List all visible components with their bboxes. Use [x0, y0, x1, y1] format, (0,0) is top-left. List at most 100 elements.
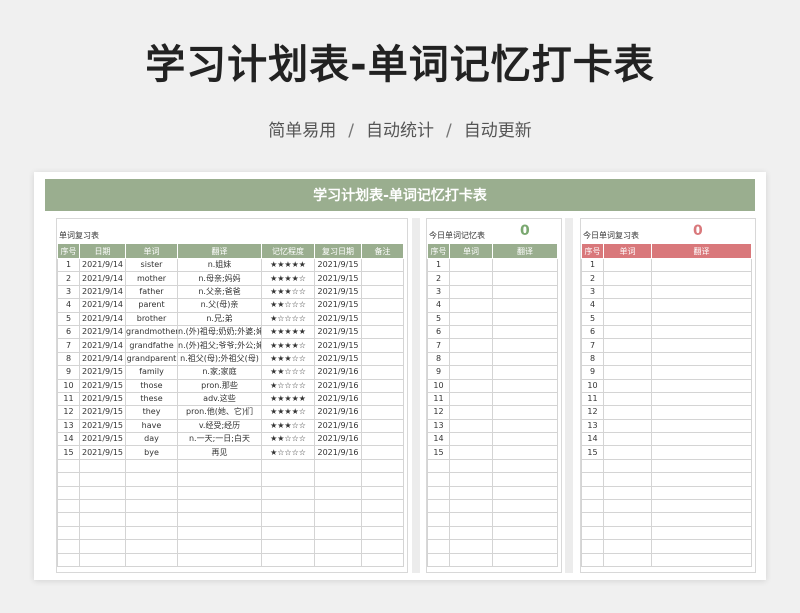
- table-row: 8: [581, 351, 752, 367]
- table-cell: [492, 472, 558, 487]
- table-row: 4 2021/9/14 parent n.父(母)亲 ★★☆☆☆ 2021/9/15: [57, 298, 404, 313]
- table-row: 5: [427, 311, 558, 326]
- table-cell: [361, 271, 404, 286]
- table-cell: n.家;家庭: [177, 365, 262, 380]
- table-cell: [651, 351, 752, 367]
- table-cell: [603, 485, 652, 501]
- empty-row: [427, 472, 558, 487]
- table-cell: [603, 311, 652, 326]
- table-cell: 2021/9/15: [314, 311, 362, 326]
- row-number: 12: [427, 405, 450, 420]
- table-cell: [492, 499, 558, 514]
- row-number: 6: [427, 324, 450, 340]
- row-number: 13: [427, 418, 450, 434]
- table-cell: [361, 539, 404, 554]
- table-cell: [314, 525, 362, 541]
- review-panel: 单词复习表 序号 日期 单词 翻译 记忆程度 复习日期 备注 1 2021/9/14 siste…: [56, 218, 408, 573]
- table-cell: [57, 499, 80, 514]
- table-row: 9: [427, 365, 558, 380]
- table-row: 3: [427, 284, 558, 300]
- table-cell: [361, 432, 404, 447]
- table-cell: 2021/9/14: [79, 311, 126, 326]
- table-cell: [651, 472, 752, 487]
- table-cell: [427, 552, 450, 567]
- table-cell: 2021/9/15: [79, 445, 126, 460]
- table-cell: [651, 284, 752, 300]
- empty-row: [581, 552, 752, 567]
- row-number: 15: [427, 445, 450, 460]
- empty-row: [427, 552, 558, 567]
- table-cell: [603, 499, 652, 514]
- table-row: 8 2021/9/14 grandparent n.祖父(母);外祖父(母) ★★★☆☆…: [57, 351, 404, 367]
- table-cell: [261, 525, 315, 541]
- empty-row: [581, 525, 752, 541]
- table-cell: 4: [57, 298, 80, 313]
- table-cell: [492, 324, 558, 340]
- table-cell: v.经受;经历: [177, 418, 262, 434]
- table-cell: n.姐妹: [177, 257, 262, 273]
- table-cell: [492, 485, 558, 501]
- table-cell: 8: [57, 351, 80, 367]
- feature-separator: /: [446, 121, 452, 141]
- column-header: 序号: [427, 243, 450, 259]
- table-cell: [125, 539, 178, 554]
- table-cell: [314, 485, 362, 501]
- table-cell: ★★★★★: [261, 324, 315, 340]
- table-cell: 1: [57, 257, 80, 273]
- table-row: 9: [581, 365, 752, 380]
- table-cell: [57, 539, 80, 554]
- table-cell: [125, 499, 178, 514]
- memorize-panel: 今日单词记忆表 0 序号 单词 翻译 1 2 3 4 5 6 7 8 9 10 11 12 13 14 15: [426, 218, 562, 573]
- table-cell: [603, 284, 652, 300]
- table-cell: [125, 552, 178, 567]
- table-cell: [314, 539, 362, 554]
- table-cell: 2021/9/15: [314, 351, 362, 367]
- table-cell: [449, 445, 493, 460]
- column-header: 单词: [125, 243, 178, 259]
- table-cell: 2021/9/16: [314, 432, 362, 447]
- column-header: 复习日期: [314, 243, 362, 259]
- table-cell: [427, 539, 450, 554]
- table-cell: [427, 525, 450, 541]
- table-cell: [651, 499, 752, 514]
- table-cell: [449, 485, 493, 501]
- table-cell: these: [125, 391, 178, 407]
- table-cell: [603, 378, 652, 393]
- column-header: 翻译: [651, 243, 752, 259]
- table-cell: [603, 324, 652, 340]
- table-cell: ★★☆☆☆: [261, 432, 315, 447]
- table-cell: 15: [57, 445, 80, 460]
- table-cell: [603, 472, 652, 487]
- table-cell: [651, 391, 752, 407]
- table-cell: [492, 445, 558, 460]
- today-review-table: 序号 单词 翻译 1 2 3 4 5 6 7 8 9 10 11 12 13 14 15: [581, 243, 752, 567]
- table-cell: [603, 458, 652, 474]
- table-row: 9 2021/9/15 family n.家;家庭 ★★☆☆☆ 2021/9/16: [57, 365, 404, 380]
- table-cell: 2: [57, 271, 80, 286]
- table-cell: 7: [57, 338, 80, 353]
- table-cell: [261, 472, 315, 487]
- table-cell: 2021/9/15: [79, 418, 126, 434]
- table-cell: 13: [57, 418, 80, 434]
- table-cell: [314, 512, 362, 527]
- review-table: 序号 日期 单词 翻译 记忆程度 复习日期 备注 1 2021/9/14 sister n.姐妹 ★…: [57, 243, 404, 567]
- today-review-panel-title: 今日单词复习表 0: [581, 219, 755, 243]
- table-row: 13: [581, 418, 752, 434]
- table-row: 15: [581, 445, 752, 460]
- table-cell: day: [125, 432, 178, 447]
- empty-row: [57, 472, 404, 487]
- column-header: 翻译: [492, 243, 558, 259]
- table-cell: [79, 539, 126, 554]
- table-cell: 2021/9/14: [79, 338, 126, 353]
- table-cell: [361, 445, 404, 460]
- table-cell: [125, 458, 178, 474]
- table-cell: [492, 284, 558, 300]
- table-cell: [492, 338, 558, 353]
- table-cell: [603, 445, 652, 460]
- table-cell: 2021/9/14: [79, 271, 126, 286]
- table-cell: [603, 391, 652, 407]
- row-number: 11: [581, 391, 604, 407]
- table-cell: [492, 552, 558, 567]
- table-cell: [427, 458, 450, 474]
- table-cell: 2021/9/16: [314, 378, 362, 393]
